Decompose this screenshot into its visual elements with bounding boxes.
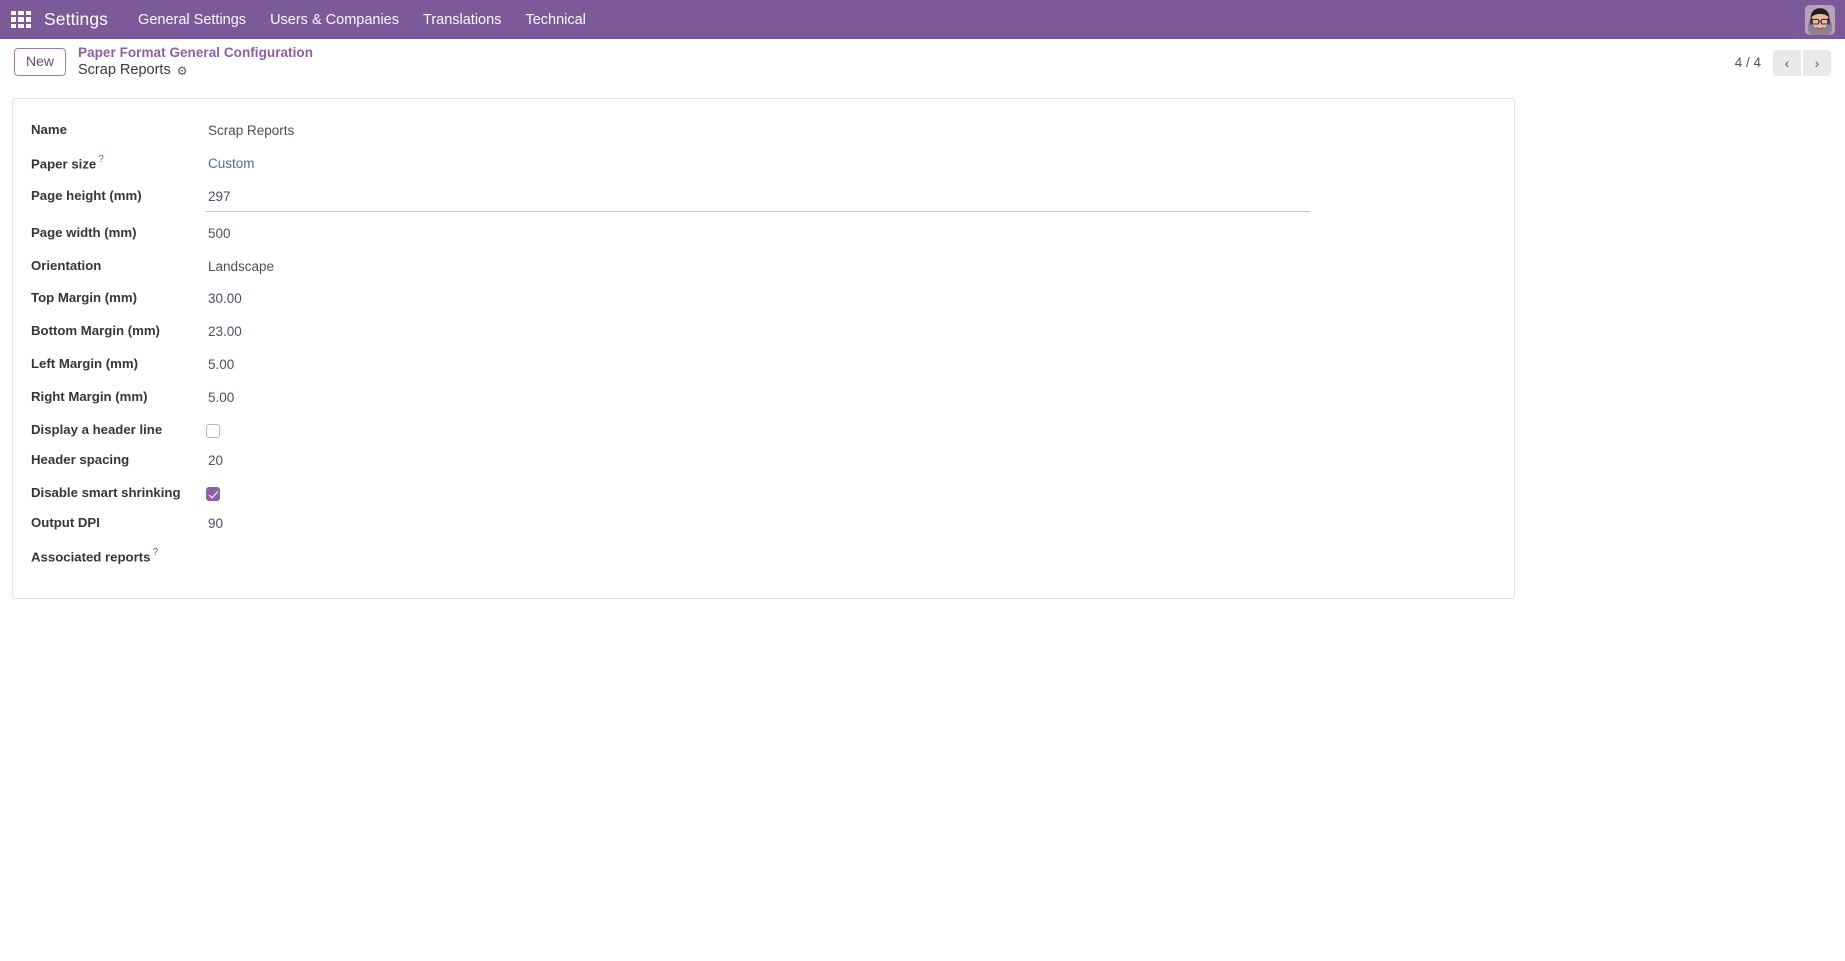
field-label: Bottom Margin (mm) (31, 323, 160, 339)
field-label-cell: Name (13, 115, 198, 148)
field-value[interactable]: 297 (206, 187, 1310, 212)
field-label: Orientation (31, 257, 102, 273)
field-label: Left Margin (mm) (31, 356, 138, 372)
field-value-cell: 30.00 (198, 283, 1514, 316)
checkbox-input[interactable] (206, 424, 220, 439)
field-label: Page height (mm) (31, 187, 142, 203)
field-value-cell: 90 (198, 508, 1514, 541)
field-label-cell: Right Margin (mm) (13, 382, 198, 415)
pager-count: 4 / 4 (1734, 55, 1761, 70)
field-label-cell: Orientation (13, 251, 198, 284)
form-row: Output DPI 90 (13, 508, 1514, 541)
field-label: Top Margin (mm) (31, 290, 137, 306)
main-menu: General Settings Users & Companies Trans… (126, 2, 598, 38)
form-row: Name Scrap Reports (13, 115, 1514, 148)
apps-grid-icon[interactable] (8, 7, 34, 33)
field-label-cell: Header spacing (13, 445, 198, 478)
field-value-empty[interactable] (206, 547, 210, 565)
menu-item-translations[interactable]: Translations (411, 2, 513, 38)
field-value-cell (198, 541, 1514, 576)
form-row: Top Margin (mm) 30.00 (13, 283, 1514, 316)
help-tooltip-icon[interactable]: ? (152, 547, 158, 558)
field-value-cell: Scrap Reports (198, 115, 1514, 148)
field-label: Output DPI (31, 514, 100, 530)
avatar[interactable] (1805, 4, 1835, 35)
field-value[interactable]: 500 (206, 224, 233, 245)
app-brand-settings[interactable]: Settings (44, 9, 108, 30)
field-value[interactable]: 5.00 (206, 355, 236, 376)
field-value-cell: Custom (198, 148, 1514, 181)
field-value[interactable]: 30.00 (206, 289, 244, 310)
field-value[interactable]: 23.00 (206, 322, 244, 343)
breadcrumb-current-row: Scrap Reports ⚙ (78, 62, 313, 79)
field-value[interactable]: Custom (206, 154, 257, 175)
field-value[interactable]: 20 (206, 451, 225, 472)
menu-item-technical[interactable]: Technical (513, 2, 597, 38)
field-label-cell: Paper size? (13, 148, 198, 181)
control-panel: New Paper Format General Configuration S… (0, 39, 1845, 86)
field-label-cell: Bottom Margin (mm) (13, 316, 198, 349)
field-value-cell (198, 478, 1514, 508)
field-value-cell: 23.00 (198, 316, 1514, 349)
field-label: Paper size (31, 156, 97, 172)
field-label: Header spacing (31, 452, 130, 468)
field-value-cell: 5.00 (198, 382, 1514, 415)
menu-item-users-companies[interactable]: Users & Companies (258, 2, 411, 38)
field-label: Associated reports (31, 549, 151, 565)
field-label: Right Margin (mm) (31, 389, 148, 405)
field-label-cell: Top Margin (mm) (13, 283, 198, 316)
field-value-cell (198, 415, 1514, 445)
field-value-cell: 5.00 (198, 349, 1514, 382)
breadcrumb-parent-link[interactable]: Paper Format General Configuration (78, 45, 313, 61)
record-pager: 4 / 4 ‹ › (1735, 39, 1831, 86)
field-value-cell: 500 (198, 218, 1514, 251)
breadcrumb: Paper Format General Configuration Scrap… (78, 45, 313, 78)
field-label-cell: Output DPI (13, 508, 198, 541)
field-label-cell: Disable smart shrinking (13, 478, 198, 508)
field-value[interactable]: Scrap Reports (206, 121, 296, 142)
field-label-cell: Display a header line (13, 415, 198, 445)
form-row: Bottom Margin (mm) 23.00 (13, 316, 1514, 349)
form-row: Paper size? Custom (13, 148, 1514, 181)
form-row: Disable smart shrinking (13, 478, 1514, 508)
top-navbar: Settings General Settings Users & Compan… (0, 0, 1845, 39)
field-value-cell: 297 (198, 181, 1514, 218)
menu-item-general-settings[interactable]: General Settings (126, 2, 258, 38)
form-row: Header spacing 20 (13, 445, 1514, 478)
field-label: Page width (mm) (31, 224, 137, 240)
new-record-button[interactable]: New (14, 47, 67, 77)
form-row: Page height (mm) 297 (13, 181, 1514, 218)
checkbox-input[interactable] (206, 487, 220, 502)
form-field-table: Name Scrap Reports Paper size? Custom Page h… (13, 115, 1514, 576)
field-value[interactable]: 5.00 (206, 388, 236, 409)
form-row: Display a header line (13, 415, 1514, 445)
form-row: Orientation Landscape (13, 251, 1514, 284)
form-row: Page width (mm) 500 (13, 218, 1514, 251)
form-row: Right Margin (mm) 5.00 (13, 382, 1514, 415)
field-value[interactable]: 90 (206, 514, 225, 535)
form-row: Associated reports? (13, 541, 1514, 576)
pager-previous-button[interactable]: ‹ (1773, 49, 1801, 76)
pager-next-button[interactable]: › (1803, 49, 1831, 76)
field-label: Name (31, 122, 67, 137)
field-value-cell: 20 (198, 445, 1514, 478)
gear-icon[interactable]: ⚙ (177, 65, 188, 77)
field-label-cell: Associated reports? (13, 541, 198, 576)
page-title: Scrap Reports (78, 61, 171, 78)
form-background: Name Scrap Reports Paper size? Custom Page h… (0, 98, 1845, 961)
field-value[interactable]: Landscape (206, 257, 276, 278)
field-label-cell: Page width (mm) (13, 218, 198, 251)
help-tooltip-icon[interactable]: ? (98, 154, 104, 165)
field-value-cell: Landscape (198, 251, 1514, 284)
form-sheet: Name Scrap Reports Paper size? Custom Page h… (12, 98, 1515, 599)
field-label: Disable smart shrinking (31, 484, 181, 500)
field-label-cell: Page height (mm) (13, 181, 198, 218)
navbar-right-group (1805, 0, 1835, 39)
form-row: Left Margin (mm) 5.00 (13, 349, 1514, 382)
field-label-cell: Left Margin (mm) (13, 349, 198, 382)
field-label: Display a header line (31, 422, 163, 438)
